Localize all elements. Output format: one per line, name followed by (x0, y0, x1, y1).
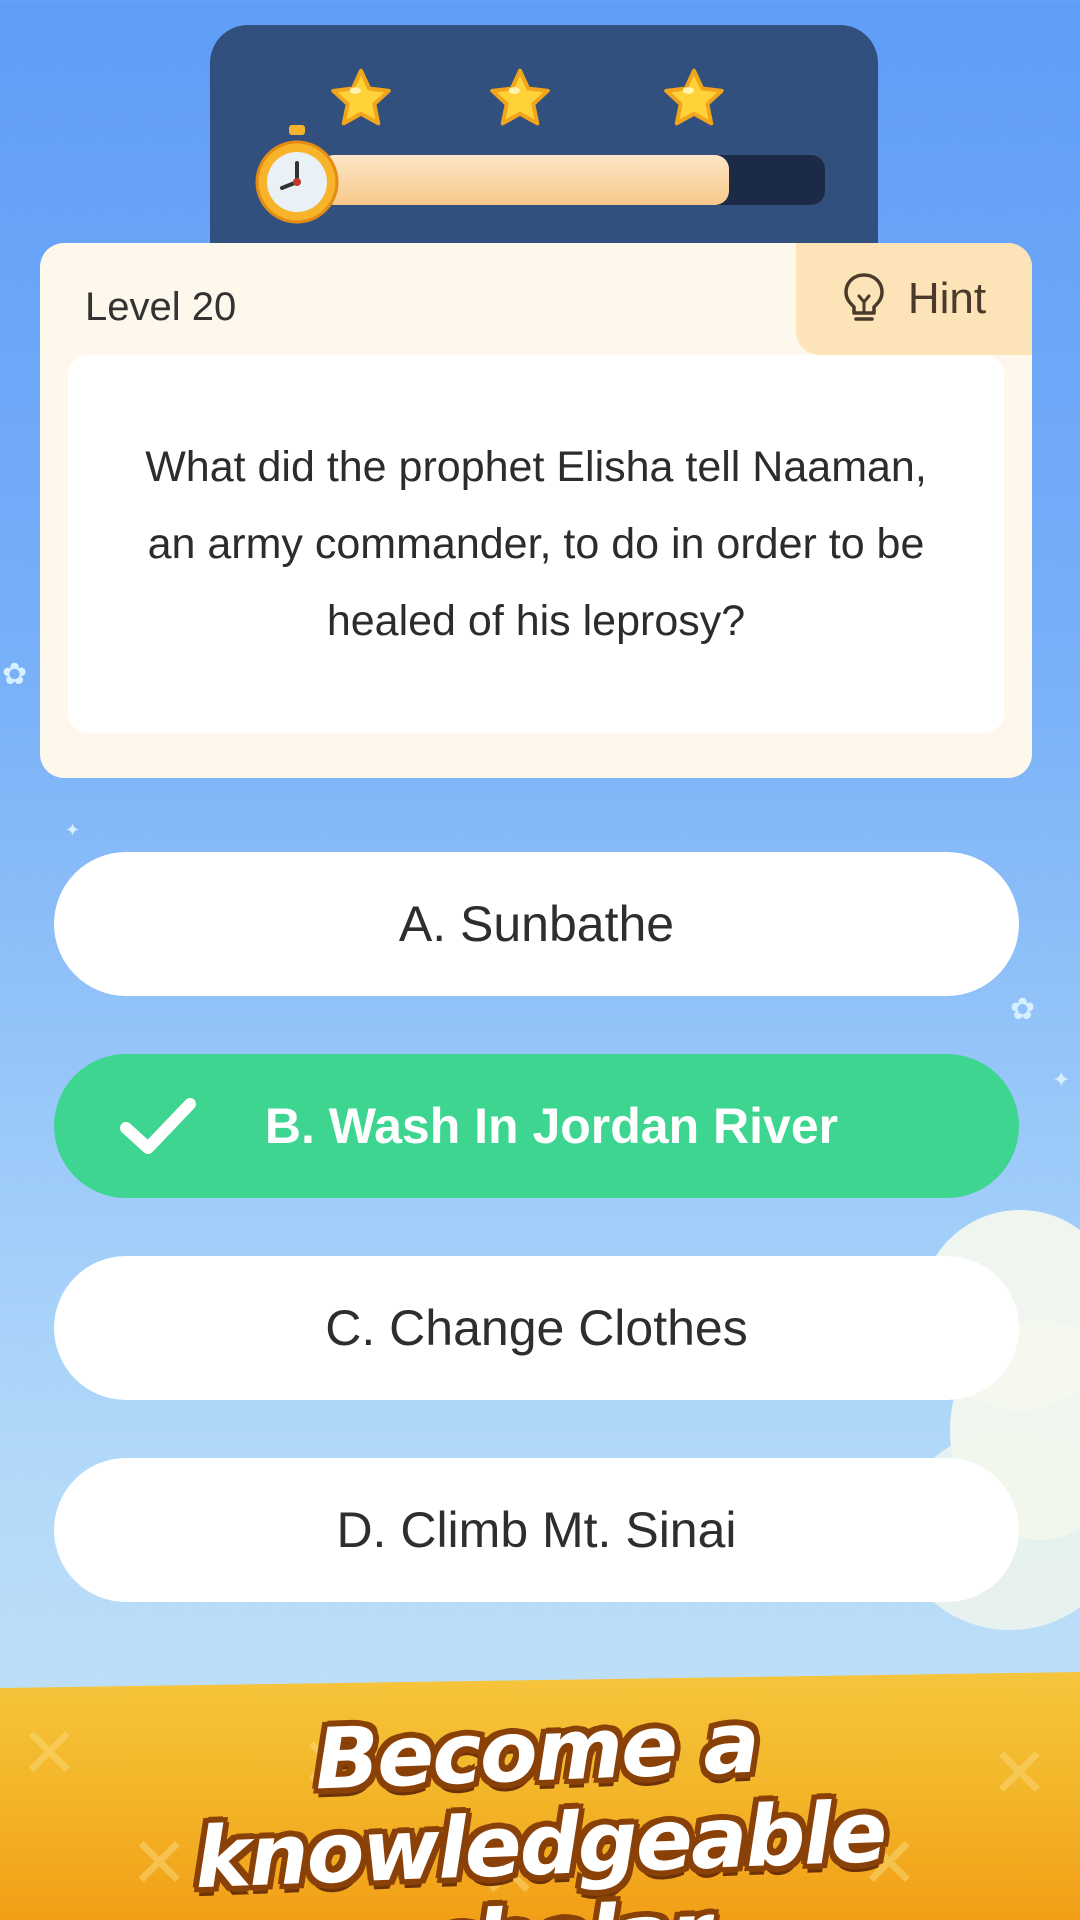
star-icon (490, 68, 550, 126)
promo-banner: ✕ ✕ ✕ ✕ ✕ ✕ ✕ Become a knowledgeable sch… (0, 1672, 1080, 1920)
answer-label: A. Sunbathe (398, 896, 675, 952)
timer-panel (210, 25, 878, 275)
question-text: What did the prophet Elisha tell Naaman,… (145, 429, 927, 660)
hint-button[interactable]: Hint (796, 243, 1032, 355)
question-card: Level 20 Hint What did the prophet Elish… (40, 243, 1032, 778)
answer-option-a[interactable]: A. Sunbathe (54, 852, 1019, 996)
background-sparkle: ✿ (1010, 992, 1036, 1027)
hint-label: Hint (907, 274, 987, 323)
question-line: healed of his leprosy? (326, 596, 746, 645)
answer-option-c[interactable]: C. Change Clothes (54, 1256, 1019, 1400)
star-icon (331, 68, 391, 126)
background-sparkle: ✦ (1052, 1068, 1071, 1093)
time-progress-bar (320, 155, 825, 205)
answer-label: D. Climb Mt. Sinai (336, 1502, 737, 1558)
answer-label: C. Change Clothes (325, 1300, 748, 1356)
answer-option-b[interactable]: B. Wash In Jordan River (54, 1054, 1019, 1198)
star-icon (664, 68, 724, 126)
level-label: Level 20 (85, 285, 237, 329)
question-box: What did the prophet Elisha tell Naaman,… (68, 355, 1004, 733)
question-line: What did the prophet Elisha tell Naaman, (145, 442, 927, 491)
promo-banner-text: Become a knowledgeable scholar (0, 1683, 1080, 1920)
background-sparkle: ✦ (65, 820, 81, 841)
time-progress-fill (320, 155, 730, 205)
question-line: an army commander, to do in order to be (147, 519, 925, 568)
answer-option-d[interactable]: D. Climb Mt. Sinai (54, 1458, 1019, 1602)
answer-label: B. Wash In Jordan River (264, 1098, 839, 1154)
background-sparkle: ✿ (2, 657, 28, 692)
stopwatch-icon (255, 125, 339, 224)
lightbulb-icon (844, 273, 884, 321)
checkmark-icon (120, 1098, 196, 1154)
